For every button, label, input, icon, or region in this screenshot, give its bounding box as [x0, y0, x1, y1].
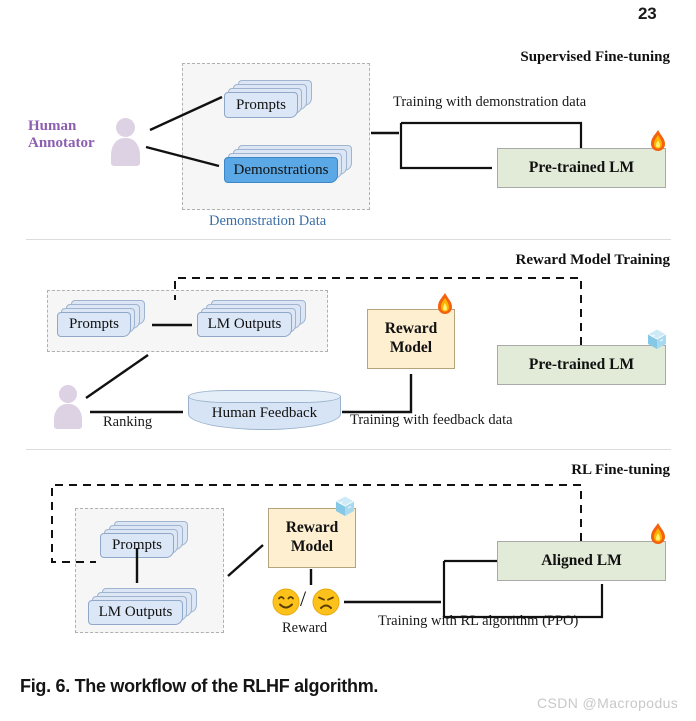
section-divider-2	[26, 449, 671, 450]
human-annotator-label: Human Annotator	[28, 118, 95, 153]
reward-separator: /	[300, 586, 307, 611]
cylinder-top	[188, 390, 341, 403]
person-head	[116, 118, 135, 137]
edge-label-training-demonstration: Training with demonstration data	[393, 94, 587, 110]
card-stack-prompts-2: Prompts	[57, 300, 149, 340]
group-caption-demonstration-data: Demonstration Data	[209, 213, 327, 229]
page-number: 23	[638, 4, 657, 23]
card-top-prompts-2: Prompts	[57, 312, 131, 337]
card-stack-lm-outputs-3: LM Outputs	[88, 588, 201, 628]
model-label-line1: Reward	[285, 519, 339, 537]
figure-page: 23 Supervised Fine-tuning Human Annotato…	[0, 0, 696, 721]
card-stack-prompts-1: Prompts	[224, 80, 316, 120]
arrow-feedback-to-reward-model	[342, 374, 413, 414]
bracket-training-demonstration	[401, 121, 583, 148]
card-top-lm-outputs-3: LM Outputs	[88, 600, 183, 625]
fire-icon	[438, 293, 452, 314]
person-icon-2	[52, 385, 84, 429]
watermark: CSDN @Macropodus	[537, 695, 679, 711]
stage-title-rl-fine-tuning: RL Fine-tuning	[571, 462, 670, 478]
model-label-pre-trained-lm-1: Pre-trained LM	[528, 158, 635, 176]
model-label-aligned-lm: Aligned LM	[541, 551, 622, 569]
model-box-aligned-lm: Aligned LM	[497, 541, 666, 581]
human-annotator-label-line1: Human	[28, 118, 77, 134]
model-label-reward-model-3: Reward Model	[286, 519, 339, 556]
fire-icon	[651, 523, 665, 544]
human-annotator-label-line2: Annotator	[28, 135, 95, 152]
arrow-outputs-to-person-2	[85, 354, 149, 399]
model-box-pre-trained-lm-2: Pre-trained LM	[497, 345, 666, 385]
ice-icon	[335, 495, 355, 516]
ice-icon	[647, 328, 667, 349]
model-label-pre-trained-lm-2: Pre-trained LM	[528, 355, 635, 373]
card-label-prompts: Prompts	[235, 96, 286, 113]
edge-label-training-rl: Training with RL algorithm (PPO)	[378, 613, 579, 629]
person-body	[54, 404, 82, 429]
person-head	[59, 385, 77, 403]
card-label-lm-outputs-3: LM Outputs	[98, 604, 173, 620]
person-body	[111, 138, 140, 166]
person-icon	[108, 118, 142, 166]
model-label-line1: Reward	[384, 320, 438, 338]
edge-label-training-feedback: Training with feedback data	[350, 412, 513, 428]
card-top-demonstrations: Demonstrations	[224, 157, 338, 183]
model-label-line2: Model	[389, 339, 433, 356]
label-reward: Reward	[282, 620, 328, 636]
sad-face-icon	[312, 588, 340, 616]
card-stack-prompts-3: Prompts	[100, 521, 192, 561]
card-stack-lm-outputs-2: LM Outputs	[197, 300, 310, 340]
card-label-lm-outputs-2: LM Outputs	[207, 316, 282, 332]
arrow-group-to-reward-model-3	[227, 544, 264, 577]
section-divider-1	[26, 239, 671, 240]
stage-title-reward-model-training: Reward Model Training	[515, 252, 670, 268]
model-label-reward-model-2: Reward Model	[385, 320, 438, 357]
figure-caption: Fig. 6. The workflow of the RLHF algorit…	[20, 676, 379, 696]
edge-label-ranking: Ranking	[103, 414, 153, 430]
card-top-prompts: Prompts	[224, 92, 298, 118]
card-label-demonstrations: Demonstrations	[233, 161, 329, 178]
model-label-line2: Model	[290, 538, 334, 555]
datastore-label-human-feedback: Human Feedback	[211, 405, 318, 421]
card-label-prompts-2: Prompts	[68, 316, 119, 332]
model-box-pre-trained-lm-1: Pre-trained LM	[497, 148, 666, 188]
arrow-bracket-to-pre-trained-lm-1	[399, 123, 492, 170]
fire-icon	[651, 130, 665, 151]
card-top-lm-outputs-2: LM Outputs	[197, 312, 292, 337]
stage-title-supervised-fine-tuning: Supervised Fine-tuning	[520, 49, 670, 65]
card-stack-demonstrations: Demonstrations	[224, 145, 356, 187]
card-label-prompts-3: Prompts	[111, 537, 162, 553]
smiling-face-icon	[272, 588, 300, 616]
datastore-human-feedback: Human Feedback	[188, 390, 341, 434]
card-top-prompts-3: Prompts	[100, 533, 174, 558]
